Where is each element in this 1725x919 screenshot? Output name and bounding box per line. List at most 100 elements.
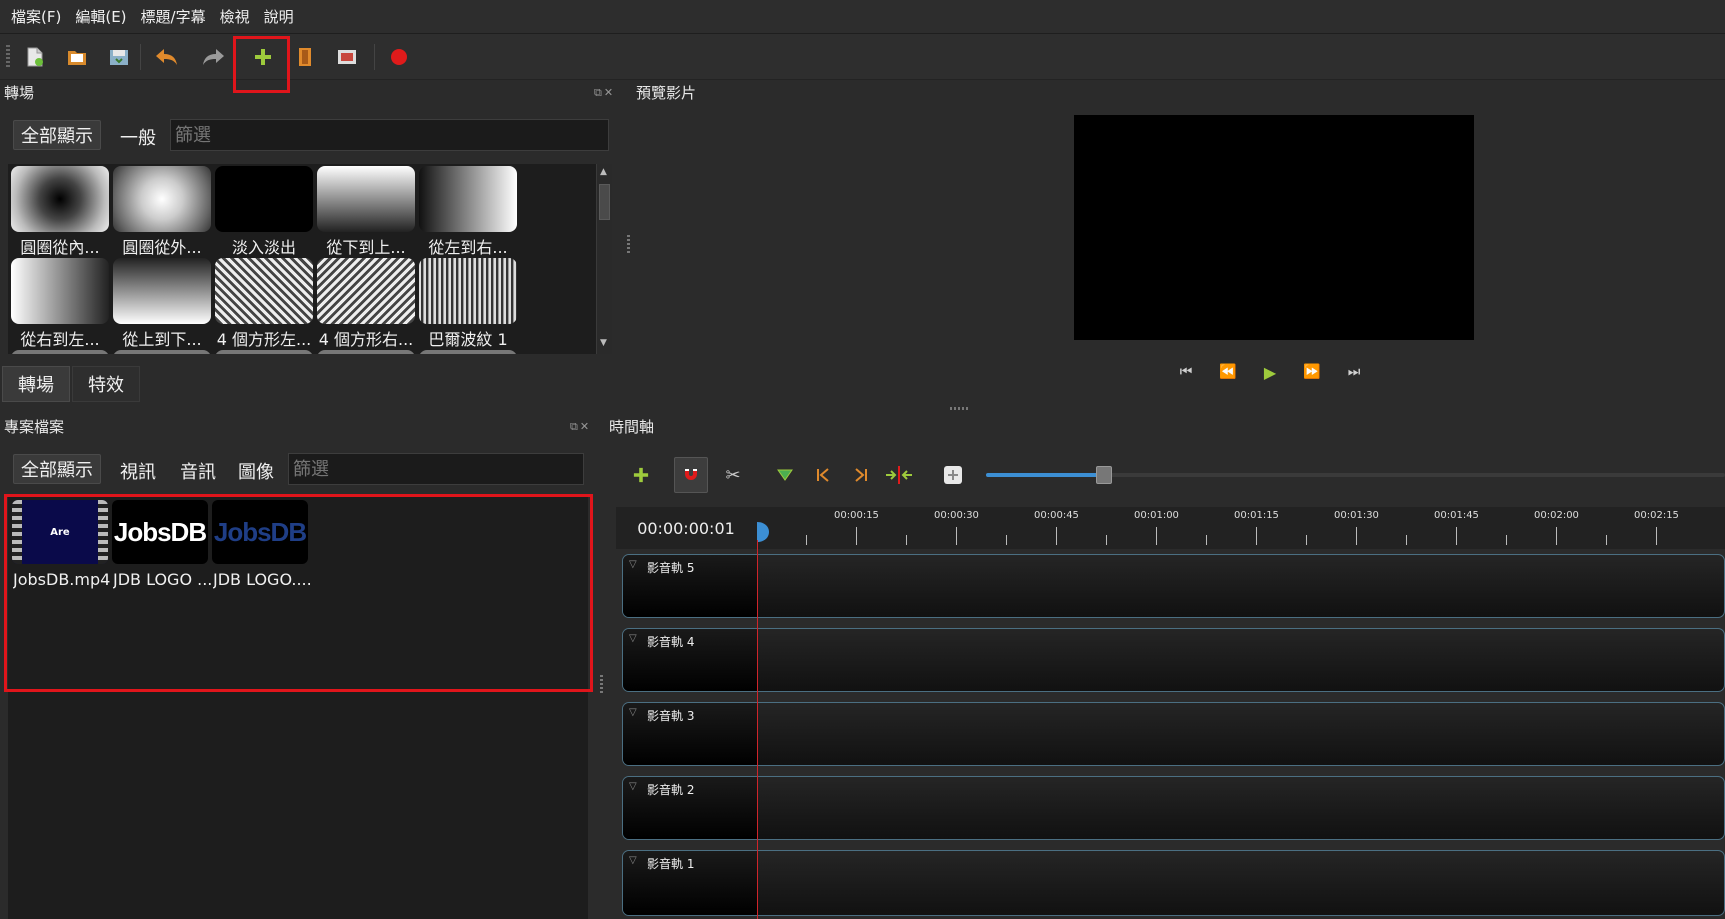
track-collapse-icon[interactable]: ▽ (629, 855, 637, 866)
redo-button[interactable] (198, 42, 228, 72)
new-project-button[interactable] (20, 42, 50, 72)
track-header[interactable]: ▽ 影音軌 2 (623, 777, 757, 839)
menu-view[interactable]: 檢視 (213, 0, 257, 34)
transition-thumbnail[interactable] (419, 166, 517, 232)
zoom-in-button[interactable] (936, 457, 970, 493)
transition-thumbnail[interactable] (419, 350, 517, 354)
transitions-scrollbar[interactable]: ▲ ▼ (596, 164, 612, 354)
track[interactable]: ▽ 影音軌 4 (622, 628, 1725, 692)
toolbar-separator (140, 44, 141, 70)
menu-help[interactable]: 說明 (257, 0, 301, 34)
track[interactable]: ▽ 影音軌 2 (622, 776, 1725, 840)
project-panel-controls[interactable]: ⧉✕ (570, 420, 591, 434)
transitions-panel-controls[interactable]: ⧉✕ (594, 86, 615, 100)
ruler-minor-tick (1506, 535, 1507, 545)
transition-label: 4 個方形右... (318, 330, 414, 349)
menu-edit[interactable]: 編輯(E) (68, 0, 133, 34)
ruler-tick-label: 00:01:15 (1234, 510, 1279, 521)
export-video-button[interactable] (332, 42, 362, 72)
tab-transitions[interactable]: 轉場 (2, 366, 70, 402)
transition-thumbnail[interactable] (113, 350, 211, 354)
scroll-thumb[interactable] (599, 184, 610, 220)
project-filter-audio[interactable]: 音訊 (180, 458, 216, 484)
project-show-all-button[interactable]: 全部顯示 (13, 454, 101, 484)
snapping-toggle[interactable] (674, 457, 708, 493)
jump-end-button[interactable]: ⏭ (1342, 363, 1366, 381)
fast-forward-button[interactable]: ⏩ (1300, 363, 1324, 381)
splitter-handle[interactable] (950, 407, 970, 410)
undo-button[interactable] (152, 42, 182, 72)
project-files-panel-title: 專案檔案 (4, 418, 65, 436)
play-icon: ▶ (1263, 362, 1277, 382)
rewind-icon: ⏪ (1219, 364, 1237, 380)
timeline-panel-title: 時間軸 (609, 418, 655, 436)
jump-start-button[interactable]: ⏮ (1174, 363, 1198, 381)
profile-button[interactable] (290, 42, 320, 72)
open-project-button[interactable] (62, 42, 92, 72)
transition-thumbnail[interactable] (215, 350, 313, 354)
transition-label: 從下到上... (326, 238, 406, 257)
toolbar-grip[interactable] (6, 45, 10, 69)
transition-thumbnail[interactable] (11, 166, 109, 232)
track[interactable]: ▽ 影音軌 1 (622, 850, 1725, 916)
track-header[interactable]: ▽ 影音軌 4 (623, 629, 757, 691)
transitions-general-filter[interactable]: 一般 (120, 124, 156, 150)
ruler-tick (1556, 527, 1557, 545)
transition-thumbnail[interactable] (113, 258, 211, 324)
track[interactable]: ▽ 影音軌 5 (622, 554, 1725, 618)
next-marker-button[interactable] (844, 457, 878, 493)
center-playhead-button[interactable] (882, 457, 916, 493)
splitter-handle[interactable] (627, 235, 630, 253)
open-folder-icon (68, 51, 86, 65)
transitions-show-all-button[interactable]: 全部顯示 (13, 120, 101, 150)
transitions-grid: 圓圈從內... 圓圈從外... 淡入淡出 從下到上... 從左到右... 從右到… (8, 164, 596, 354)
fullscreen-button[interactable] (384, 42, 414, 72)
track-collapse-icon[interactable]: ▽ (629, 633, 637, 644)
timeline-ruler[interactable]: 00:00:00:01 00:00:15 00:00:30 00:00:45 00:0… (616, 507, 1725, 549)
video-preview[interactable] (1074, 115, 1474, 340)
transition-thumbnail[interactable] (215, 166, 313, 232)
play-button[interactable]: ▶ (1258, 362, 1282, 382)
menu-file[interactable]: 檔案(F) (4, 0, 68, 34)
project-filter-image[interactable]: 圖像 (238, 458, 274, 484)
track-collapse-icon[interactable]: ▽ (629, 559, 637, 570)
track-header[interactable]: ▽ 影音軌 1 (623, 851, 757, 915)
transition-thumbnail[interactable] (11, 258, 109, 324)
transition-thumbnail[interactable] (215, 258, 313, 324)
track-collapse-icon[interactable]: ▽ (629, 707, 637, 718)
razor-tool-button[interactable]: ✂ (716, 457, 750, 493)
transition-label: 圓圈從內... (20, 238, 100, 257)
marker-down-icon (777, 469, 793, 481)
transition-thumbnail[interactable] (317, 166, 415, 232)
zoom-slider-track[interactable] (986, 466, 1725, 484)
transition-thumbnail[interactable] (113, 166, 211, 232)
track-header[interactable]: ▽ 影音軌 5 (623, 555, 757, 617)
project-filter-video[interactable]: 視訊 (120, 458, 156, 484)
ruler-tick (1256, 527, 1257, 545)
transitions-filter-input[interactable] (170, 119, 609, 151)
ruler-minor-tick (1006, 535, 1007, 545)
playhead-icon[interactable] (756, 521, 770, 543)
transition-thumbnail[interactable] (419, 258, 517, 324)
save-project-button[interactable] (104, 42, 134, 72)
scroll-up-icon[interactable]: ▲ (600, 167, 607, 177)
track-header[interactable]: ▽ 影音軌 3 (623, 703, 757, 765)
transition-thumbnail[interactable] (11, 350, 109, 354)
previous-marker-button[interactable] (806, 457, 840, 493)
transition-thumbnail[interactable] (317, 258, 415, 324)
prev-marker-icon (817, 468, 829, 482)
menu-title[interactable]: 標題/字幕 (134, 0, 213, 34)
track-collapse-icon[interactable]: ▽ (629, 781, 637, 792)
transition-thumbnail[interactable] (317, 350, 415, 354)
project-filter-input[interactable] (288, 453, 584, 485)
add-track-button[interactable] (624, 457, 658, 493)
tab-effects[interactable]: 特效 (72, 366, 140, 402)
splitter-handle[interactable] (600, 675, 603, 695)
zoom-slider-handle[interactable] (1096, 466, 1112, 484)
ruler-tick-label: 00:00:15 (834, 510, 879, 521)
track[interactable]: ▽ 影音軌 3 (622, 702, 1725, 766)
add-marker-button[interactable] (768, 457, 802, 493)
export-film-icon (338, 50, 356, 64)
rewind-button[interactable]: ⏪ (1216, 363, 1240, 381)
scroll-down-icon[interactable]: ▼ (600, 338, 607, 348)
